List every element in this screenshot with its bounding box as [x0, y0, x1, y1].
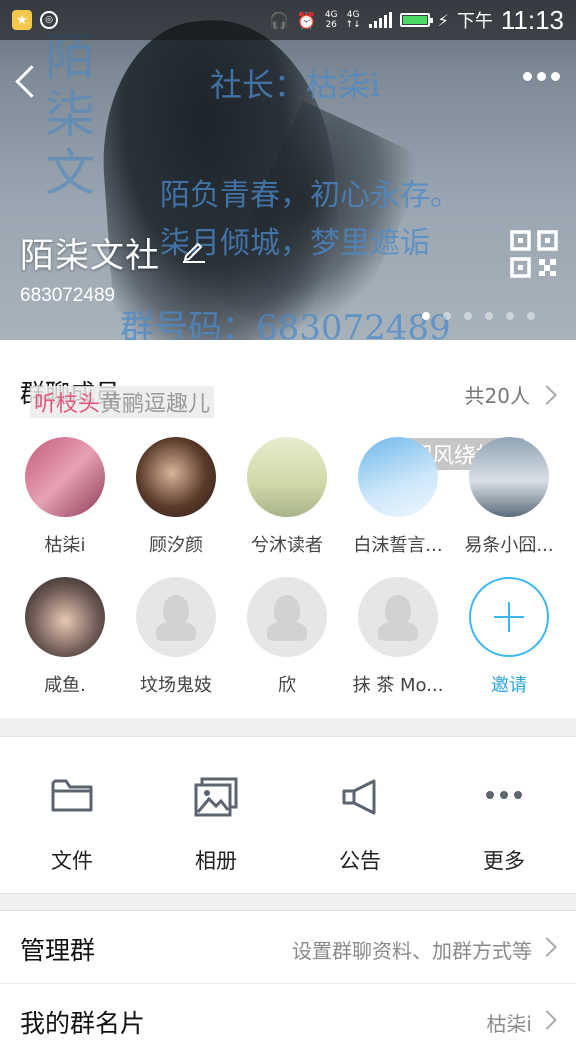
pager-dot — [443, 312, 451, 320]
group-banner: 陌柒文 社长：枯柒i 陌负青春，初心永存。 柒月倾城，梦里遮诟 群号码：6830… — [0, 0, 576, 340]
pager-dot — [422, 312, 430, 320]
chevron-right-icon[interactable] — [537, 385, 557, 405]
avatar — [136, 437, 216, 517]
pager-dot — [506, 312, 514, 320]
group-actions: 文件 相册 公告 更多 — [0, 736, 576, 894]
row-value: 枯柒i — [486, 1012, 532, 1036]
more-button[interactable]: 更多 — [432, 737, 576, 893]
star-app-icon: ★ — [12, 10, 32, 30]
megaphone-icon — [342, 779, 376, 815]
members-count[interactable]: 共20人 — [465, 380, 530, 409]
folder-icon — [51, 779, 93, 812]
banner-text-line: 社长：枯柒i — [210, 66, 381, 104]
avatar — [25, 437, 105, 517]
member-item[interactable]: 顾汐颜 — [121, 437, 231, 557]
default-avatar-icon — [136, 577, 216, 657]
invite-button[interactable]: 邀请 — [454, 577, 564, 697]
back-arrow-icon[interactable] — [14, 62, 36, 100]
row-title: 管理群 — [20, 936, 96, 965]
default-avatar-icon — [247, 577, 327, 657]
member-item[interactable]: 欣 — [232, 577, 342, 697]
group-name: 陌柒文社 — [20, 236, 160, 276]
alarm-icon: ⏰ — [296, 10, 317, 30]
chevron-right-icon — [537, 1010, 557, 1030]
avatar — [247, 437, 327, 517]
signal-icon — [368, 12, 392, 28]
member-item[interactable]: 易条小囧... — [454, 437, 564, 557]
sync-app-icon: ◎ — [40, 11, 58, 29]
avatar — [469, 437, 549, 517]
files-button[interactable]: 文件 — [0, 737, 144, 893]
charging-icon: ⚡ — [437, 10, 449, 30]
headphones-icon: 🎧 — [268, 10, 289, 30]
album-button[interactable]: 相册 — [144, 737, 288, 893]
row-title: 我的群名片 — [20, 1009, 146, 1038]
banner-vertical-text: 陌柒文 — [45, 28, 95, 202]
member-item[interactable]: 抹 茶 Mo... — [343, 577, 453, 697]
battery-icon — [399, 13, 433, 27]
group-card-row[interactable]: 我的群名片 枯柒i — [0, 984, 576, 1056]
qr-code-icon[interactable] — [510, 230, 558, 278]
pager-dot — [485, 312, 493, 320]
more-options-icon[interactable] — [523, 72, 560, 81]
pager-dot — [464, 312, 472, 320]
member-item[interactable]: 枯柒i — [10, 437, 120, 557]
edit-pencil-icon[interactable] — [180, 236, 208, 264]
chevron-right-icon — [537, 937, 557, 957]
plus-icon — [469, 577, 549, 657]
invite-label: 邀请 — [491, 675, 527, 696]
manage-group-row[interactable]: 管理群 设置群聊资料、加群方式等 — [0, 910, 576, 984]
status-bar: ★ ◎ 🎧 ⏰ 4G 26 4G ↑↓ ⚡ 下午 11:13 — [0, 0, 576, 40]
banner-text-line: 群号码：683072489 — [120, 308, 451, 340]
member-item[interactable]: 咸鱼. — [10, 577, 120, 697]
member-item[interactable]: 白沫誓言... — [343, 437, 453, 557]
status-time: 11:13 — [500, 4, 564, 35]
banner-pager — [422, 312, 535, 320]
avatar — [358, 437, 438, 517]
photo-album-icon — [194, 777, 238, 817]
announcement-button[interactable]: 公告 — [288, 737, 432, 893]
row-value: 设置群聊资料、加群方式等 — [292, 939, 532, 963]
member-item[interactable]: 兮沐读者 — [232, 437, 342, 557]
more-icon — [486, 791, 522, 799]
group-id: 683072489 — [20, 285, 116, 306]
network-indicator: 4G 26 — [324, 10, 338, 30]
members-card: 群聊成员 听枝头黄鹂逗趣儿 共20人 细风绕指淌 枯柒i 顾汐颜 兮沐读者 白沫… — [0, 340, 576, 718]
status-ampm: 下午 — [456, 11, 493, 32]
floating-text-overlay: 听枝头黄鹂逗趣儿 — [30, 386, 215, 418]
avatar — [25, 577, 105, 657]
banner-text-line: 陌负青春，初心永存。 — [160, 178, 460, 213]
member-item[interactable]: 坟场鬼妓 — [121, 577, 231, 697]
default-avatar-icon — [358, 577, 438, 657]
pager-dot — [527, 312, 535, 320]
